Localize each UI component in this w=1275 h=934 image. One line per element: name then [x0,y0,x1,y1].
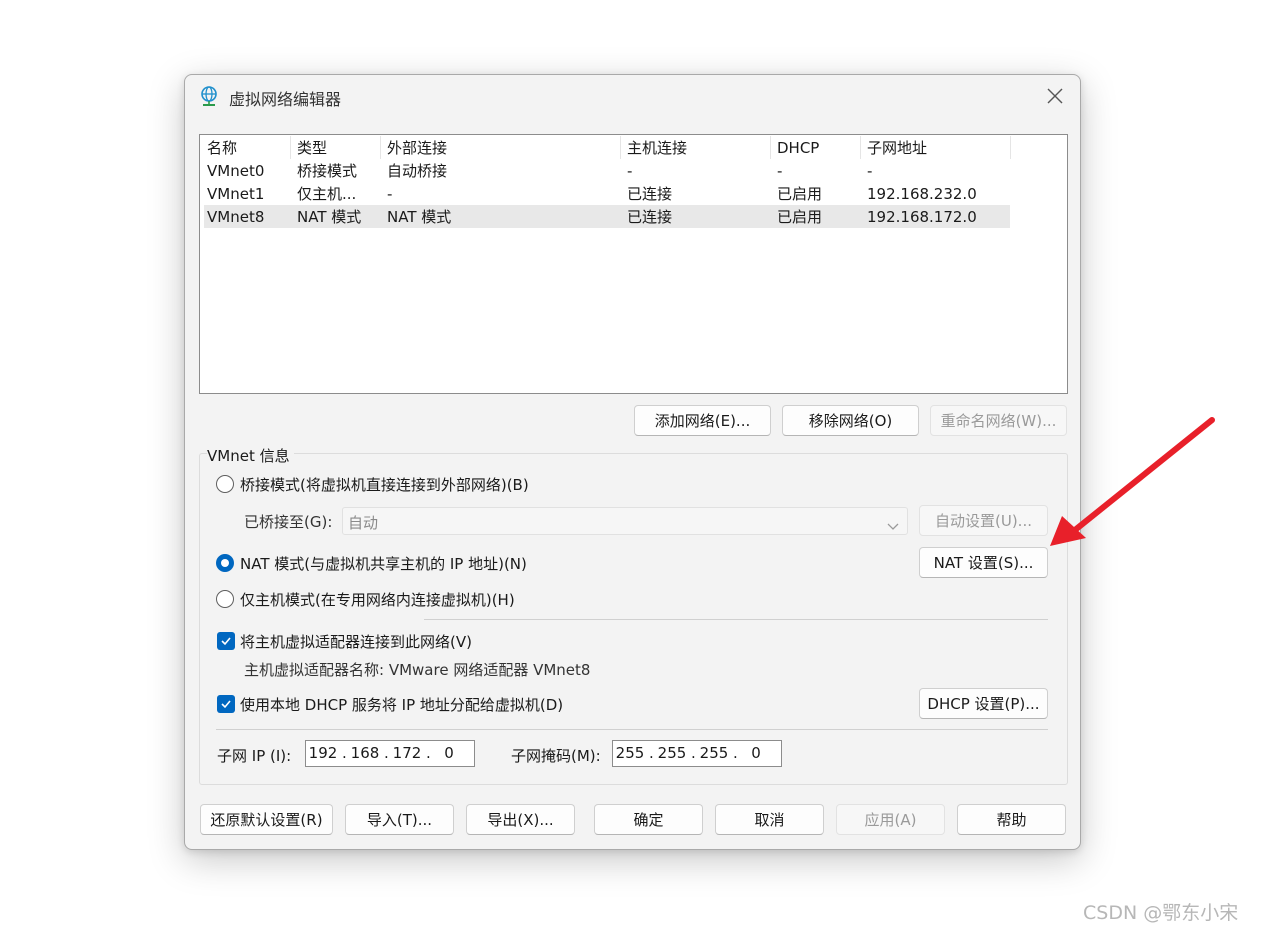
col-header-host[interactable]: 主机连接 [627,138,767,158]
apply-button[interactable]: 应用(A) [836,804,945,835]
use-dhcp-checkbox[interactable] [217,695,235,713]
dhcp-settings-button[interactable]: DHCP 设置(P)... [919,688,1048,719]
nat-mode-radio[interactable] [216,554,234,572]
table-row-selected[interactable]: VMnet8 NAT 模式 NAT 模式 已连接 已启用 192.168.172… [204,205,1010,228]
subnet-ip-input[interactable]: 192 . 168 . 172 . 0 [305,740,475,767]
use-dhcp-label[interactable]: 使用本地 DHCP 服务将 IP 地址分配给虚拟机(D) [240,694,563,715]
auto-settings-button[interactable]: 自动设置(U)... [919,505,1048,536]
connect-adapter-checkbox[interactable] [217,632,235,650]
network-list[interactable]: 名称 类型 外部连接 主机连接 DHCP 子网地址 VMnet0 桥接模式 自动… [199,134,1068,394]
bridge-mode-radio[interactable] [216,475,234,493]
subnet-mask-label: 子网掩码(M): [511,747,601,765]
col-header-dhcp[interactable]: DHCP [777,138,857,158]
red-arrow-annotation [1050,417,1215,546]
table-row[interactable]: VMnet1 仅主机... - 已连接 已启用 192.168.232.0 [204,182,1010,205]
list-header: 名称 类型 外部连接 主机连接 DHCP 子网地址 [204,136,1011,159]
separator [216,729,1048,730]
import-button[interactable]: 导入(T)... [345,804,454,835]
vmnet-info-label: VMnet 信息 [207,445,294,466]
bridged-to-label: 已桥接至(G): [244,513,333,531]
help-button[interactable]: 帮助 [957,804,1066,835]
restore-defaults-button[interactable]: 还原默认设置(R) [200,804,333,835]
adapter-name-text: 主机虚拟适配器名称: VMware 网络适配器 VMnet8 [244,661,591,679]
close-icon [1047,88,1063,104]
ok-button[interactable]: 确定 [594,804,703,835]
close-button[interactable] [1044,85,1066,107]
remove-network-button[interactable]: 移除网络(O) [782,405,919,436]
col-header-name[interactable]: 名称 [207,138,287,158]
nat-mode-label[interactable]: NAT 模式(与虚拟机共享主机的 IP 地址)(N) [240,553,527,574]
checkmark-icon [221,700,231,709]
separator [424,619,1048,620]
bridged-to-select[interactable]: 自动 [342,507,908,535]
subnet-ip-label: 子网 IP (I): [217,747,292,765]
checkmark-icon [221,637,231,646]
subnet-mask-input[interactable]: 255 . 255 . 255 . 0 [612,740,782,767]
connect-adapter-label[interactable]: 将主机虚拟适配器连接到此网络(V) [240,631,472,652]
watermark: CSDN @鄂东小宋 [1083,902,1239,924]
title-bar: 虚拟网络编辑器 [185,75,1080,119]
chevron-down-icon [887,517,899,535]
globe-network-icon [198,85,220,107]
bridge-mode-label[interactable]: 桥接模式(将虚拟机直接连接到外部网络)(B) [240,474,529,495]
host-only-label[interactable]: 仅主机模式(在专用网络内连接虚拟机)(H) [240,589,515,610]
bridged-to-value: 自动 [348,514,379,532]
host-only-radio[interactable] [216,590,234,608]
table-row[interactable]: VMnet0 桥接模式 自动桥接 - - - [204,159,1010,182]
export-button[interactable]: 导出(X)... [466,804,575,835]
nat-settings-button[interactable]: NAT 设置(S)... [919,547,1048,578]
window-title: 虚拟网络编辑器 [229,90,342,109]
cancel-button[interactable]: 取消 [715,804,824,835]
add-network-button[interactable]: 添加网络(E)... [634,405,771,436]
col-header-type[interactable]: 类型 [297,138,379,158]
col-header-external[interactable]: 外部连接 [387,138,619,158]
virtual-network-editor-dialog: 虚拟网络编辑器 名称 类型 外部连接 主机连接 DHCP 子网地址 VMnet0… [184,74,1081,850]
col-header-subnet[interactable]: 子网地址 [867,138,1007,158]
